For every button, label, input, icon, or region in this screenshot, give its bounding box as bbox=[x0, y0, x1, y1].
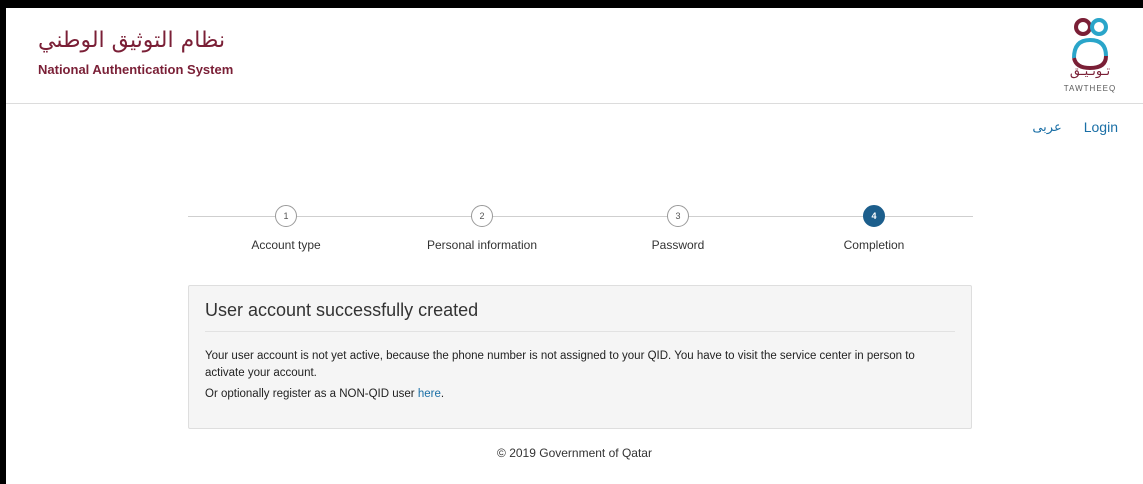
step-password: 3 Password bbox=[580, 205, 776, 252]
top-nav: عربى Login bbox=[1032, 119, 1118, 135]
logo-text-arabic: تـوثـيـق bbox=[1069, 64, 1111, 79]
step-number: 4 bbox=[863, 205, 885, 227]
page: نظام التوثيق الوطني National Authenticat… bbox=[6, 8, 1143, 484]
site-header: نظام التوثيق الوطني National Authenticat… bbox=[6, 8, 1143, 104]
step-number: 2 bbox=[471, 205, 493, 227]
panel-heading: User account successfully created bbox=[205, 300, 955, 332]
step-account-type: 1 Account type bbox=[188, 205, 384, 252]
brand-title-arabic: نظام التوثيق الوطني bbox=[38, 28, 226, 53]
step-number: 3 bbox=[667, 205, 689, 227]
activation-message: Your user account is not yet active, bec… bbox=[205, 350, 915, 379]
non-qid-suffix: . bbox=[440, 388, 445, 400]
step-label: Personal information bbox=[426, 238, 538, 252]
login-link[interactable]: Login bbox=[1084, 119, 1118, 135]
footer-copyright: © 2019 Government of Qatar bbox=[497, 446, 652, 460]
non-qid-register-link[interactable]: here bbox=[418, 388, 441, 400]
step-number: 1 bbox=[275, 205, 297, 227]
registration-stepper: 1 Account type 2 Personal information 3 … bbox=[188, 205, 973, 265]
step-completion: 4 Completion bbox=[776, 205, 972, 252]
completion-panel: User account successfully created Your u… bbox=[188, 285, 972, 429]
non-qid-prefix: Or optionally register as a NON-QID user bbox=[205, 388, 418, 400]
step-label: Completion bbox=[843, 238, 905, 252]
non-qid-message: Or optionally register as a NON-QID user… bbox=[205, 388, 955, 400]
step-label: Account type bbox=[251, 238, 321, 252]
logo-text-english: TAWTHEEQ bbox=[1063, 84, 1117, 93]
step-personal-information: 2 Personal information bbox=[384, 205, 580, 252]
language-link[interactable]: عربى bbox=[1032, 120, 1061, 135]
brand-title-english: National Authentication System bbox=[38, 62, 234, 77]
step-label: Password bbox=[651, 238, 705, 252]
